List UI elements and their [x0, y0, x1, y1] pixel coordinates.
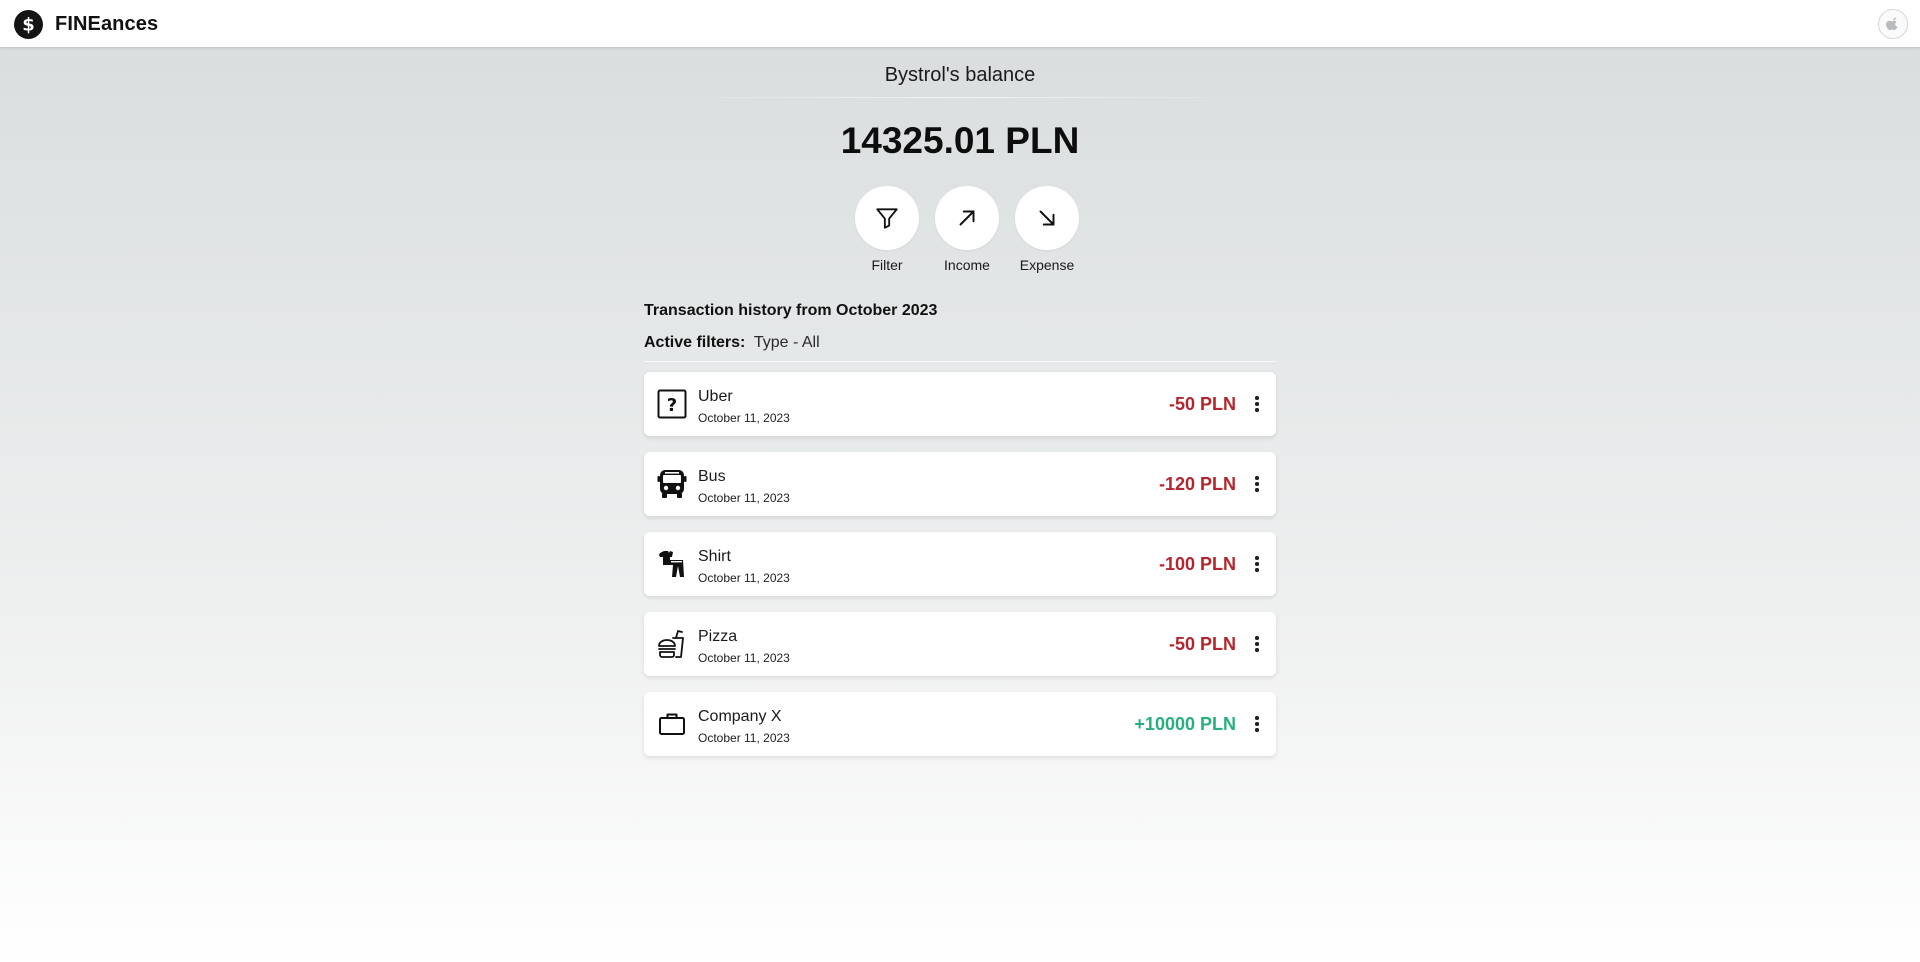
dollar-circle-icon[interactable]: $	[14, 10, 43, 39]
transaction-row[interactable]: ? Uber October 11, 2023 -50 PLN	[644, 372, 1276, 436]
svg-text:?: ?	[667, 395, 677, 416]
filter-label: Filter	[871, 257, 903, 273]
transaction-name: Shirt	[698, 548, 731, 565]
more-options-icon[interactable]	[1252, 392, 1262, 416]
apple-icon	[1886, 17, 1898, 31]
income-action: Income	[927, 186, 1007, 273]
expense-label: Expense	[1019, 257, 1075, 273]
user-avatar[interactable]	[1878, 9, 1908, 39]
transaction-row[interactable]: Pizza October 11, 2023 -50 PLN	[644, 612, 1276, 676]
more-options-icon[interactable]	[1252, 552, 1262, 576]
arrow-up-right-icon	[959, 210, 975, 226]
income-label: Income	[944, 257, 990, 273]
more-options-icon[interactable]	[1252, 632, 1262, 656]
briefcase-icon	[656, 708, 688, 740]
filter-icon	[876, 208, 898, 229]
expense-button[interactable]	[1015, 186, 1079, 250]
transaction-date: October 11, 2023	[698, 731, 790, 745]
fast-food-icon	[656, 628, 688, 660]
transaction-amount: -120 PLN	[1158, 474, 1236, 494]
balance-amount: 14325.01 PLN	[840, 120, 1080, 161]
top-app-bar: $ FINEances	[0, 0, 1920, 48]
active-filters-label: Active filters:	[644, 334, 746, 351]
more-options-icon[interactable]	[1252, 472, 1262, 496]
transaction-row[interactable]: Shirt October 11, 2023 -100 PLN	[644, 532, 1276, 596]
app-title[interactable]: FINEances	[55, 13, 158, 36]
transaction-name: Company X	[698, 708, 782, 725]
svg-text:$: $	[22, 15, 35, 36]
balance-divider	[643, 97, 1277, 98]
transaction-amount: -50 PLN	[1168, 394, 1236, 414]
active-filters-value[interactable]: Type - All	[754, 334, 820, 351]
transaction-name: Pizza	[698, 628, 738, 645]
transaction-row[interactable]: Company X October 11, 2023 +10000 PLN	[644, 692, 1276, 756]
transaction-list: ? Uber October 11, 2023 -50 PLN Bus Octo…	[644, 372, 1276, 772]
history-title: Transaction history from October 2023	[644, 302, 938, 319]
transaction-amount: +10000 PLN	[1134, 714, 1236, 734]
expense-action: Expense	[1007, 186, 1087, 273]
filter-action: Filter	[847, 186, 927, 273]
transaction-name: Uber	[698, 388, 733, 405]
filter-button[interactable]	[855, 186, 919, 250]
action-buttons: Filter Income Expense	[847, 186, 1079, 276]
transaction-date: October 11, 2023	[698, 571, 790, 585]
transaction-amount: -100 PLN	[1158, 554, 1236, 574]
transaction-name: Bus	[698, 468, 726, 485]
question-box-icon: ?	[656, 388, 688, 420]
bus-icon	[656, 468, 688, 500]
transaction-date: October 11, 2023	[698, 651, 790, 665]
transaction-row[interactable]: Bus October 11, 2023 -120 PLN	[644, 452, 1276, 516]
more-options-icon[interactable]	[1252, 712, 1262, 736]
transaction-date: October 11, 2023	[698, 491, 790, 505]
transaction-date: October 11, 2023	[698, 411, 790, 425]
filters-divider	[644, 361, 1276, 362]
active-filters: Active filters: Type - All	[644, 334, 820, 352]
balance-label: Bystrol's balance	[884, 64, 1036, 86]
clothes-icon	[656, 548, 688, 580]
income-button[interactable]	[935, 186, 999, 250]
transaction-amount: -50 PLN	[1168, 634, 1236, 654]
arrow-down-right-icon	[1039, 210, 1055, 226]
